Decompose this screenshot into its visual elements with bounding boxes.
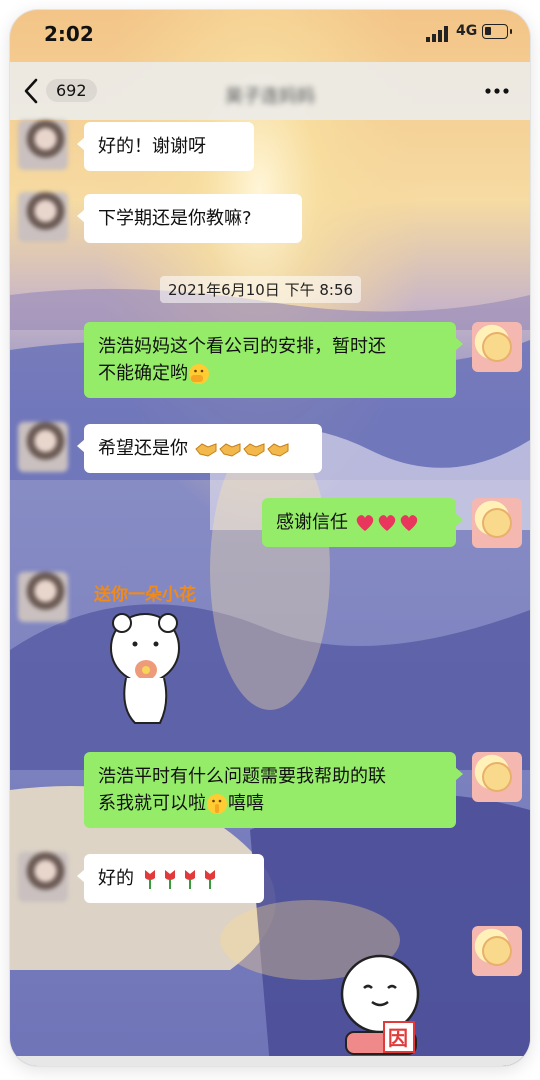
unread-count-badge[interactable]: 692 (46, 79, 97, 102)
bear-sticker-icon: 送你一朵小花 (94, 584, 196, 724)
message-bubble-outgoing[interactable]: 浩浩妈妈这个看公司的安排，暂时还 不能确定哟 (84, 322, 463, 398)
message-bubble-incoming[interactable]: 希望还是你 (77, 424, 322, 473)
message-text: 浩浩妈妈这个看公司的安排，暂时还 (98, 336, 386, 357)
message-text: 好的！谢谢呀 (98, 136, 206, 157)
white-face-sticker-icon: 因 (340, 954, 420, 1055)
message-text: 嘻嘻 (228, 793, 264, 814)
message-text: 下学期还是你教嘛? (98, 208, 252, 229)
message-bubble-outgoing[interactable]: 浩浩平时有什么问题需要我帮助的联 系我就可以啦 嘻嘻 (84, 752, 463, 828)
message-bubble-outgoing[interactable]: 感谢信任 (262, 498, 463, 547)
my-avatar[interactable] (472, 322, 522, 372)
message-text: 不能确定哟 (98, 363, 188, 384)
contact-avatar[interactable] (18, 422, 68, 472)
message-text: 希望还是你 (98, 438, 188, 459)
message-text: 好的 (98, 868, 134, 889)
hand-over-mouth-emoji-icon (189, 364, 209, 384)
handshake-emoji-icon (194, 438, 290, 459)
tulip-emoji-icon (140, 868, 220, 889)
message-bubble-incoming[interactable]: 好的！谢谢呀 (77, 122, 254, 171)
network-type: 4G (456, 23, 478, 39)
status-time: 2:02 (44, 22, 94, 46)
shushing-face-emoji-icon (207, 794, 227, 814)
message-timestamp: 2021年6月10日 下午 8:56 (160, 276, 362, 303)
message-text: 系我就可以啦 (98, 793, 206, 814)
message-bubble-incoming[interactable]: 下学期还是你教嘛? (77, 194, 302, 243)
sticker-caption: 因 (388, 1026, 408, 1050)
my-avatar[interactable] (472, 752, 522, 802)
red-heart-emoji-icon (354, 512, 420, 533)
message-bubble-incoming[interactable]: 好的 (77, 854, 264, 903)
bear-flower-sticker[interactable]: 送你一朵小花 (90, 578, 240, 728)
chat-title: 昊子连妈妈 (225, 86, 315, 107)
sticker-caption: 送你一朵小花 (94, 584, 196, 605)
contact-avatar[interactable] (18, 572, 68, 622)
status-bar: 2:02 4G (10, 10, 530, 62)
chevron-left-icon[interactable] (18, 74, 44, 108)
contact-avatar[interactable] (18, 120, 68, 170)
contact-avatar[interactable] (18, 852, 68, 902)
bottom-edge (10, 1056, 530, 1066)
my-avatar[interactable] (472, 498, 522, 548)
message-text: 浩浩平时有什么问题需要我帮助的联 (98, 766, 386, 787)
my-avatar[interactable] (472, 926, 522, 976)
phone-frame: 2:02 4G 692 昊子连妈妈 好的！谢谢呀 下学期还是你教嘛? 2021年… (10, 10, 530, 1066)
signal-icon (426, 26, 448, 42)
contact-avatar[interactable] (18, 192, 68, 242)
chat-header: 692 昊子连妈妈 (10, 62, 530, 120)
message-text: 感谢信任 (276, 512, 348, 533)
more-dots-icon[interactable] (484, 84, 510, 98)
battery-level (485, 27, 491, 35)
white-face-sticker[interactable]: 因 (328, 946, 448, 1056)
battery-icon (482, 24, 512, 39)
